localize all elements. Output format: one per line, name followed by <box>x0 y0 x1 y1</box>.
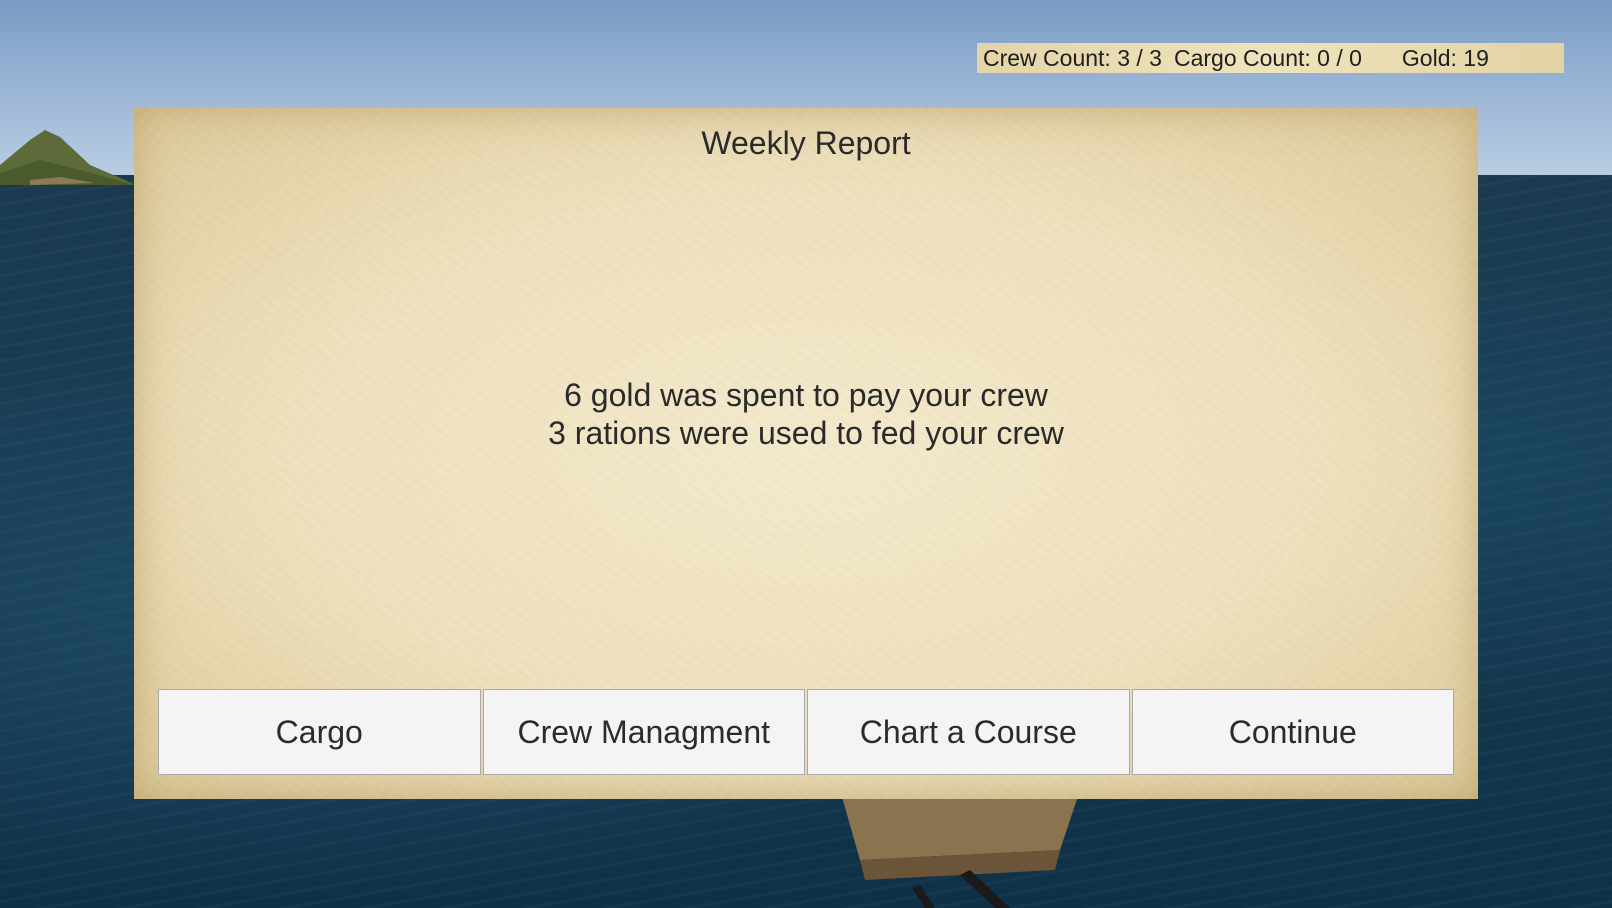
cargo-count: Cargo Count: 0 / 0 <box>1173 44 1362 71</box>
report-line-rations: 3 rations were used to fed your crew <box>548 415 1064 451</box>
game-scene: Crew Count: 3 / 3 Cargo Count: 0 / 0 Gol… <box>0 0 1612 908</box>
report-message: 6 gold was spent to pay your crew 3 rati… <box>134 376 1478 452</box>
status-bar: Crew Count: 3 / 3 Cargo Count: 0 / 0 Gol… <box>977 43 1564 73</box>
dialog-title: Weekly Report <box>701 125 911 161</box>
island-graphic <box>0 130 135 185</box>
weekly-report-dialog: Weekly Report 6 gold was spent to pay yo… <box>134 108 1478 799</box>
crew-count: Crew Count: 3 / 3 <box>983 44 1162 71</box>
report-line-gold: 6 gold was spent to pay your crew <box>564 377 1048 413</box>
continue-button[interactable]: Continue <box>1131 689 1454 775</box>
chart-course-button[interactable]: Chart a Course <box>807 689 1130 775</box>
dock-graphic <box>840 790 1080 908</box>
cargo-button[interactable]: Cargo <box>158 689 481 775</box>
action-buttons: Cargo Crew Managment Chart a Course Cont… <box>158 689 1454 775</box>
crew-management-button[interactable]: Crew Managment <box>482 689 805 775</box>
gold-count: Gold: 19 <box>1401 44 1489 71</box>
